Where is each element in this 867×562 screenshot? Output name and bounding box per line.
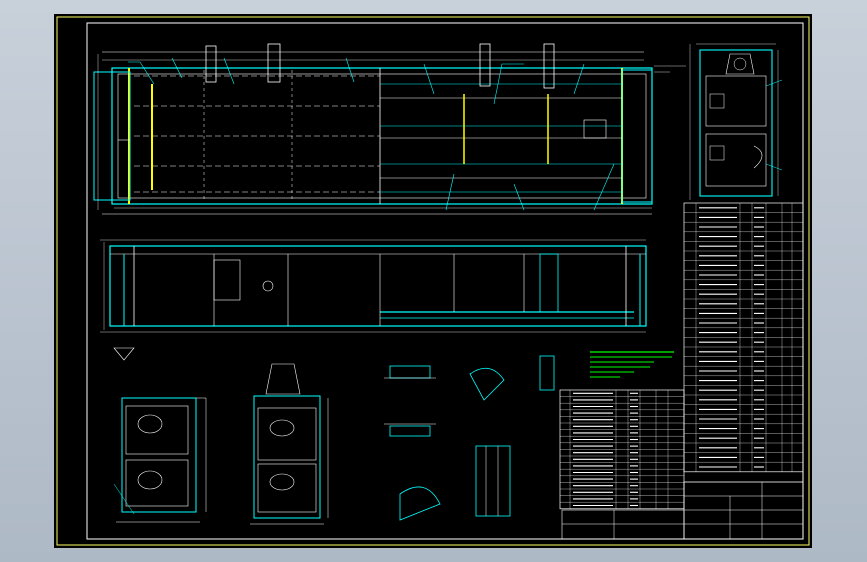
- plan-view: [93, 43, 686, 215]
- outer-frame: [56, 16, 810, 546]
- parts-table-right: [683, 202, 804, 473]
- elevation-view: [100, 239, 647, 333]
- side-view: [689, 43, 783, 200]
- inner-frame: [86, 22, 804, 540]
- plan-view-leaders: [128, 57, 615, 211]
- section-view-2: [250, 363, 329, 525]
- section-view-1: [113, 397, 207, 523]
- title-block: [561, 481, 804, 540]
- cad-viewport[interactable]: [0, 0, 867, 562]
- parts-table-bottom: [559, 389, 685, 510]
- detail-views: [113, 347, 555, 521]
- drawing-canvas[interactable]: [54, 14, 812, 548]
- cad-drawing: [56, 16, 810, 546]
- technical-notes: [590, 351, 674, 378]
